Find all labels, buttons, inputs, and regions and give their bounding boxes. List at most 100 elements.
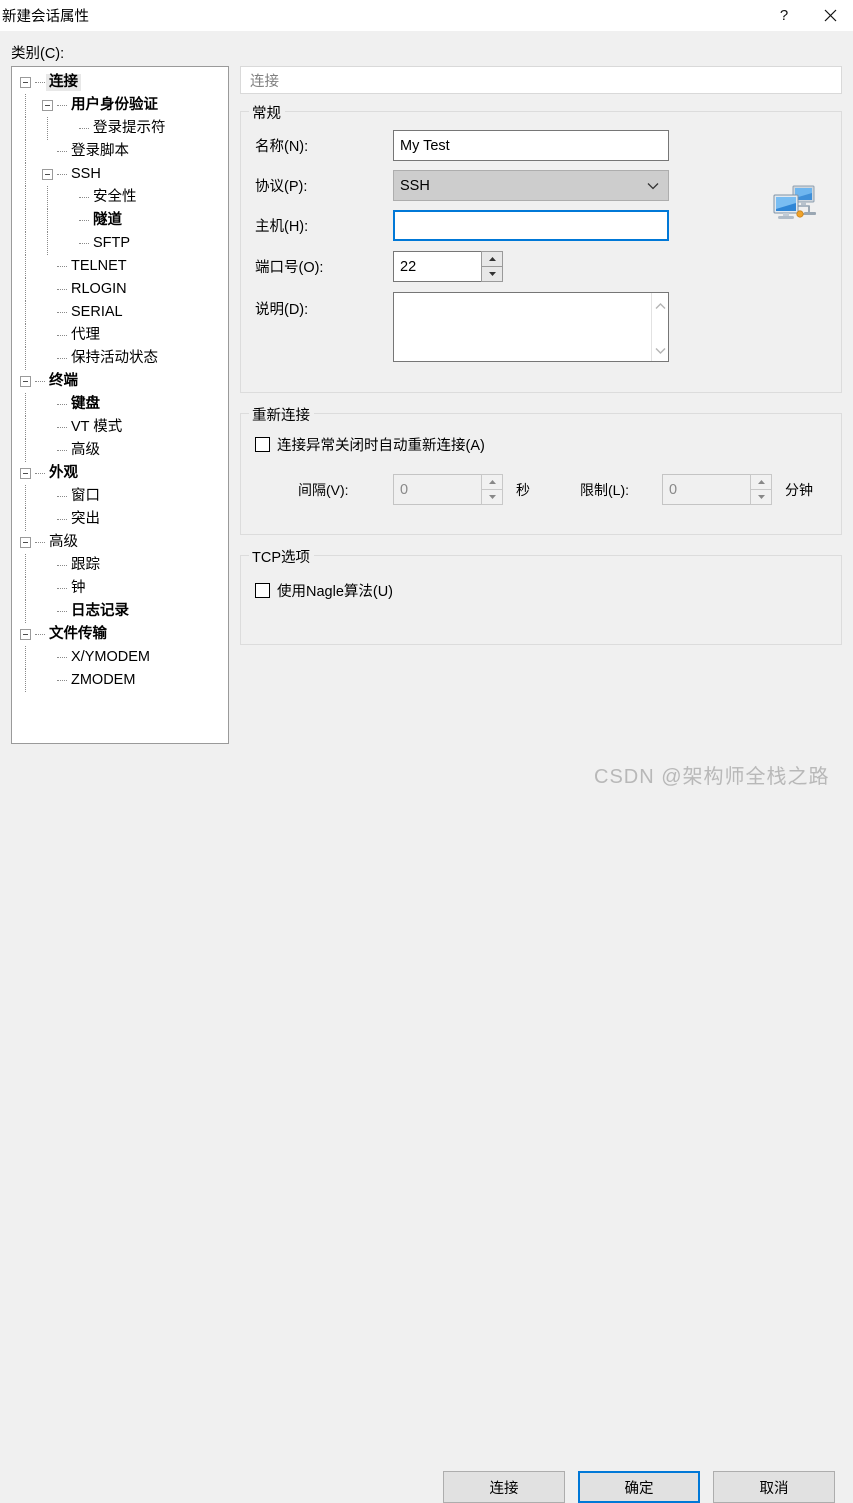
interval-spinner-up-button[interactable] xyxy=(481,474,503,490)
tree-expander-minus-icon[interactable] xyxy=(20,468,31,479)
category-tree[interactable]: 连接用户身份验证登录提示符 登录脚本 SSH 安全性 隧道 SFTP TELNET RLOGI… xyxy=(12,67,228,692)
tree-item-label: 外观 xyxy=(49,464,78,481)
tree-connector xyxy=(57,288,67,291)
protocol-select[interactable]: SSH xyxy=(393,170,669,201)
close-button[interactable] xyxy=(807,0,853,31)
limit-spinner-up-button[interactable] xyxy=(750,474,772,490)
auto-reconnect-row[interactable]: 连接异常关闭时自动重新连接(A) xyxy=(241,434,841,455)
tree-guide-line xyxy=(25,278,26,301)
tree-item-25[interactable]: X/YMODEM xyxy=(12,646,228,669)
tree-item-12[interactable]: 保持活动状态 xyxy=(12,347,228,370)
tree-item-19[interactable]: 突出 xyxy=(12,508,228,531)
limit-spinner-buttons[interactable] xyxy=(750,474,772,505)
limit-label: 限制(L): xyxy=(580,481,629,498)
port-spinner-up-button[interactable] xyxy=(481,251,503,267)
nagle-checkbox[interactable] xyxy=(255,583,270,598)
tree-item-26[interactable]: ZMODEM xyxy=(12,669,228,692)
scroll-up-icon[interactable] xyxy=(655,297,666,313)
tree-item-18[interactable]: 窗口 xyxy=(12,485,228,508)
tree-expander-minus-icon[interactable] xyxy=(20,537,31,548)
tree-item-16[interactable]: 高级 xyxy=(12,439,228,462)
interval-spinner[interactable]: 0 xyxy=(393,474,503,505)
port-spinner-buttons[interactable] xyxy=(481,251,503,282)
tree-item-7[interactable]: SFTP xyxy=(12,232,228,255)
ok-button[interactable]: 确定 xyxy=(578,1471,700,1503)
category-tree-panel[interactable]: 连接用户身份验证登录提示符 登录脚本 SSH 安全性 隧道 SFTP TELNET RLOGI… xyxy=(11,66,229,744)
tree-item-24[interactable]: 文件传输 xyxy=(12,623,228,646)
connect-button[interactable]: 连接 xyxy=(443,1471,565,1503)
limit-spinner[interactable]: 0 xyxy=(662,474,772,505)
tree-guide-line xyxy=(47,232,48,255)
tree-guide-line xyxy=(25,209,26,232)
tree-item-0[interactable]: 连接 xyxy=(12,71,228,94)
tree-item-5[interactable]: 安全性 xyxy=(12,186,228,209)
general-group-title: 常规 xyxy=(249,102,285,123)
tree-connector xyxy=(57,334,67,337)
tree-item-4[interactable]: SSH xyxy=(12,163,228,186)
tree-connector xyxy=(57,311,67,314)
question-mark-icon: ? xyxy=(779,7,789,24)
help-button[interactable]: ? xyxy=(761,0,807,31)
tree-item-10[interactable]: SERIAL xyxy=(12,301,228,324)
tree-item-1[interactable]: 用户身份验证 xyxy=(12,94,228,117)
cancel-button[interactable]: 取消 xyxy=(713,1471,835,1503)
host-label: 主机(H): xyxy=(255,219,309,235)
tree-connector xyxy=(57,173,67,176)
host-input[interactable] xyxy=(393,210,669,241)
description-textarea-value[interactable] xyxy=(394,293,651,361)
interval-unit: 秒 xyxy=(516,481,530,498)
auto-reconnect-checkbox[interactable] xyxy=(255,437,270,452)
tree-item-label: 终端 xyxy=(49,372,78,389)
tree-expander-minus-icon[interactable] xyxy=(42,169,53,180)
tree-item-2[interactable]: 登录提示符 xyxy=(12,117,228,140)
interval-spinner-buttons[interactable] xyxy=(481,474,503,505)
tree-item-6[interactable]: 隧道 xyxy=(12,209,228,232)
tree-item-11[interactable]: 代理 xyxy=(12,324,228,347)
tree-item-9[interactable]: RLOGIN xyxy=(12,278,228,301)
tree-connector xyxy=(57,564,67,567)
tree-item-label: 用户身份验证 xyxy=(71,96,158,113)
limit-input[interactable]: 0 xyxy=(662,474,750,505)
tree-item-label: 文件传输 xyxy=(49,625,107,642)
tree-item-14[interactable]: 键盘 xyxy=(12,393,228,416)
tree-item-13[interactable]: 终端 xyxy=(12,370,228,393)
tree-guide-line xyxy=(25,554,26,577)
tree-guide-line xyxy=(25,94,26,117)
tree-guide-line xyxy=(25,117,26,140)
tree-connector xyxy=(57,656,67,659)
title-bar: 新建会话属性 ? xyxy=(0,0,853,31)
interval-input[interactable]: 0 xyxy=(393,474,481,505)
tree-item-23[interactable]: 日志记录 xyxy=(12,600,228,623)
tree-item-label: VT 模式 xyxy=(71,418,123,435)
triangle-up-icon xyxy=(757,479,765,484)
scroll-down-icon[interactable] xyxy=(655,341,666,357)
tree-expander-minus-icon[interactable] xyxy=(20,629,31,640)
reconnect-group: 重新连接 连接异常关闭时自动重新连接(A) 间隔(V): 0 秒 限制(L): … xyxy=(240,404,842,535)
window-controls: ? xyxy=(761,0,853,31)
tree-item-label: SSH xyxy=(71,165,101,182)
limit-spinner-down-button[interactable] xyxy=(750,489,772,505)
tree-item-15[interactable]: VT 模式 xyxy=(12,416,228,439)
tree-item-label: TELNET xyxy=(71,257,127,274)
pane-header-title: 连接 xyxy=(250,73,279,90)
tree-item-20[interactable]: 高级 xyxy=(12,531,228,554)
tree-item-3[interactable]: 登录脚本 xyxy=(12,140,228,163)
description-textarea[interactable] xyxy=(393,292,669,362)
general-group: 常规 名称(N): My Test 协议(P): SSH 主机(H): 端口号(… xyxy=(240,102,842,393)
tree-item-8[interactable]: TELNET xyxy=(12,255,228,278)
tree-item-22[interactable]: 钟 xyxy=(12,577,228,600)
port-spinner-down-button[interactable] xyxy=(481,266,503,282)
port-spinner[interactable]: 22 xyxy=(393,251,503,282)
tree-expander-minus-icon[interactable] xyxy=(20,77,31,88)
nagle-row[interactable]: 使用Nagle算法(U) xyxy=(241,580,841,601)
description-scrollbar[interactable] xyxy=(651,293,668,361)
port-input[interactable]: 22 xyxy=(393,251,481,282)
tree-expander-minus-icon[interactable] xyxy=(20,376,31,387)
name-input[interactable]: My Test xyxy=(393,130,669,161)
interval-spinner-down-button[interactable] xyxy=(481,489,503,505)
tree-item-21[interactable]: 跟踪 xyxy=(12,554,228,577)
tree-expander-minus-icon[interactable] xyxy=(42,100,53,111)
tree-item-17[interactable]: 外观 xyxy=(12,462,228,485)
auto-reconnect-label: 连接异常关闭时自动重新连接(A) xyxy=(277,438,485,454)
tree-guide-line xyxy=(25,301,26,324)
